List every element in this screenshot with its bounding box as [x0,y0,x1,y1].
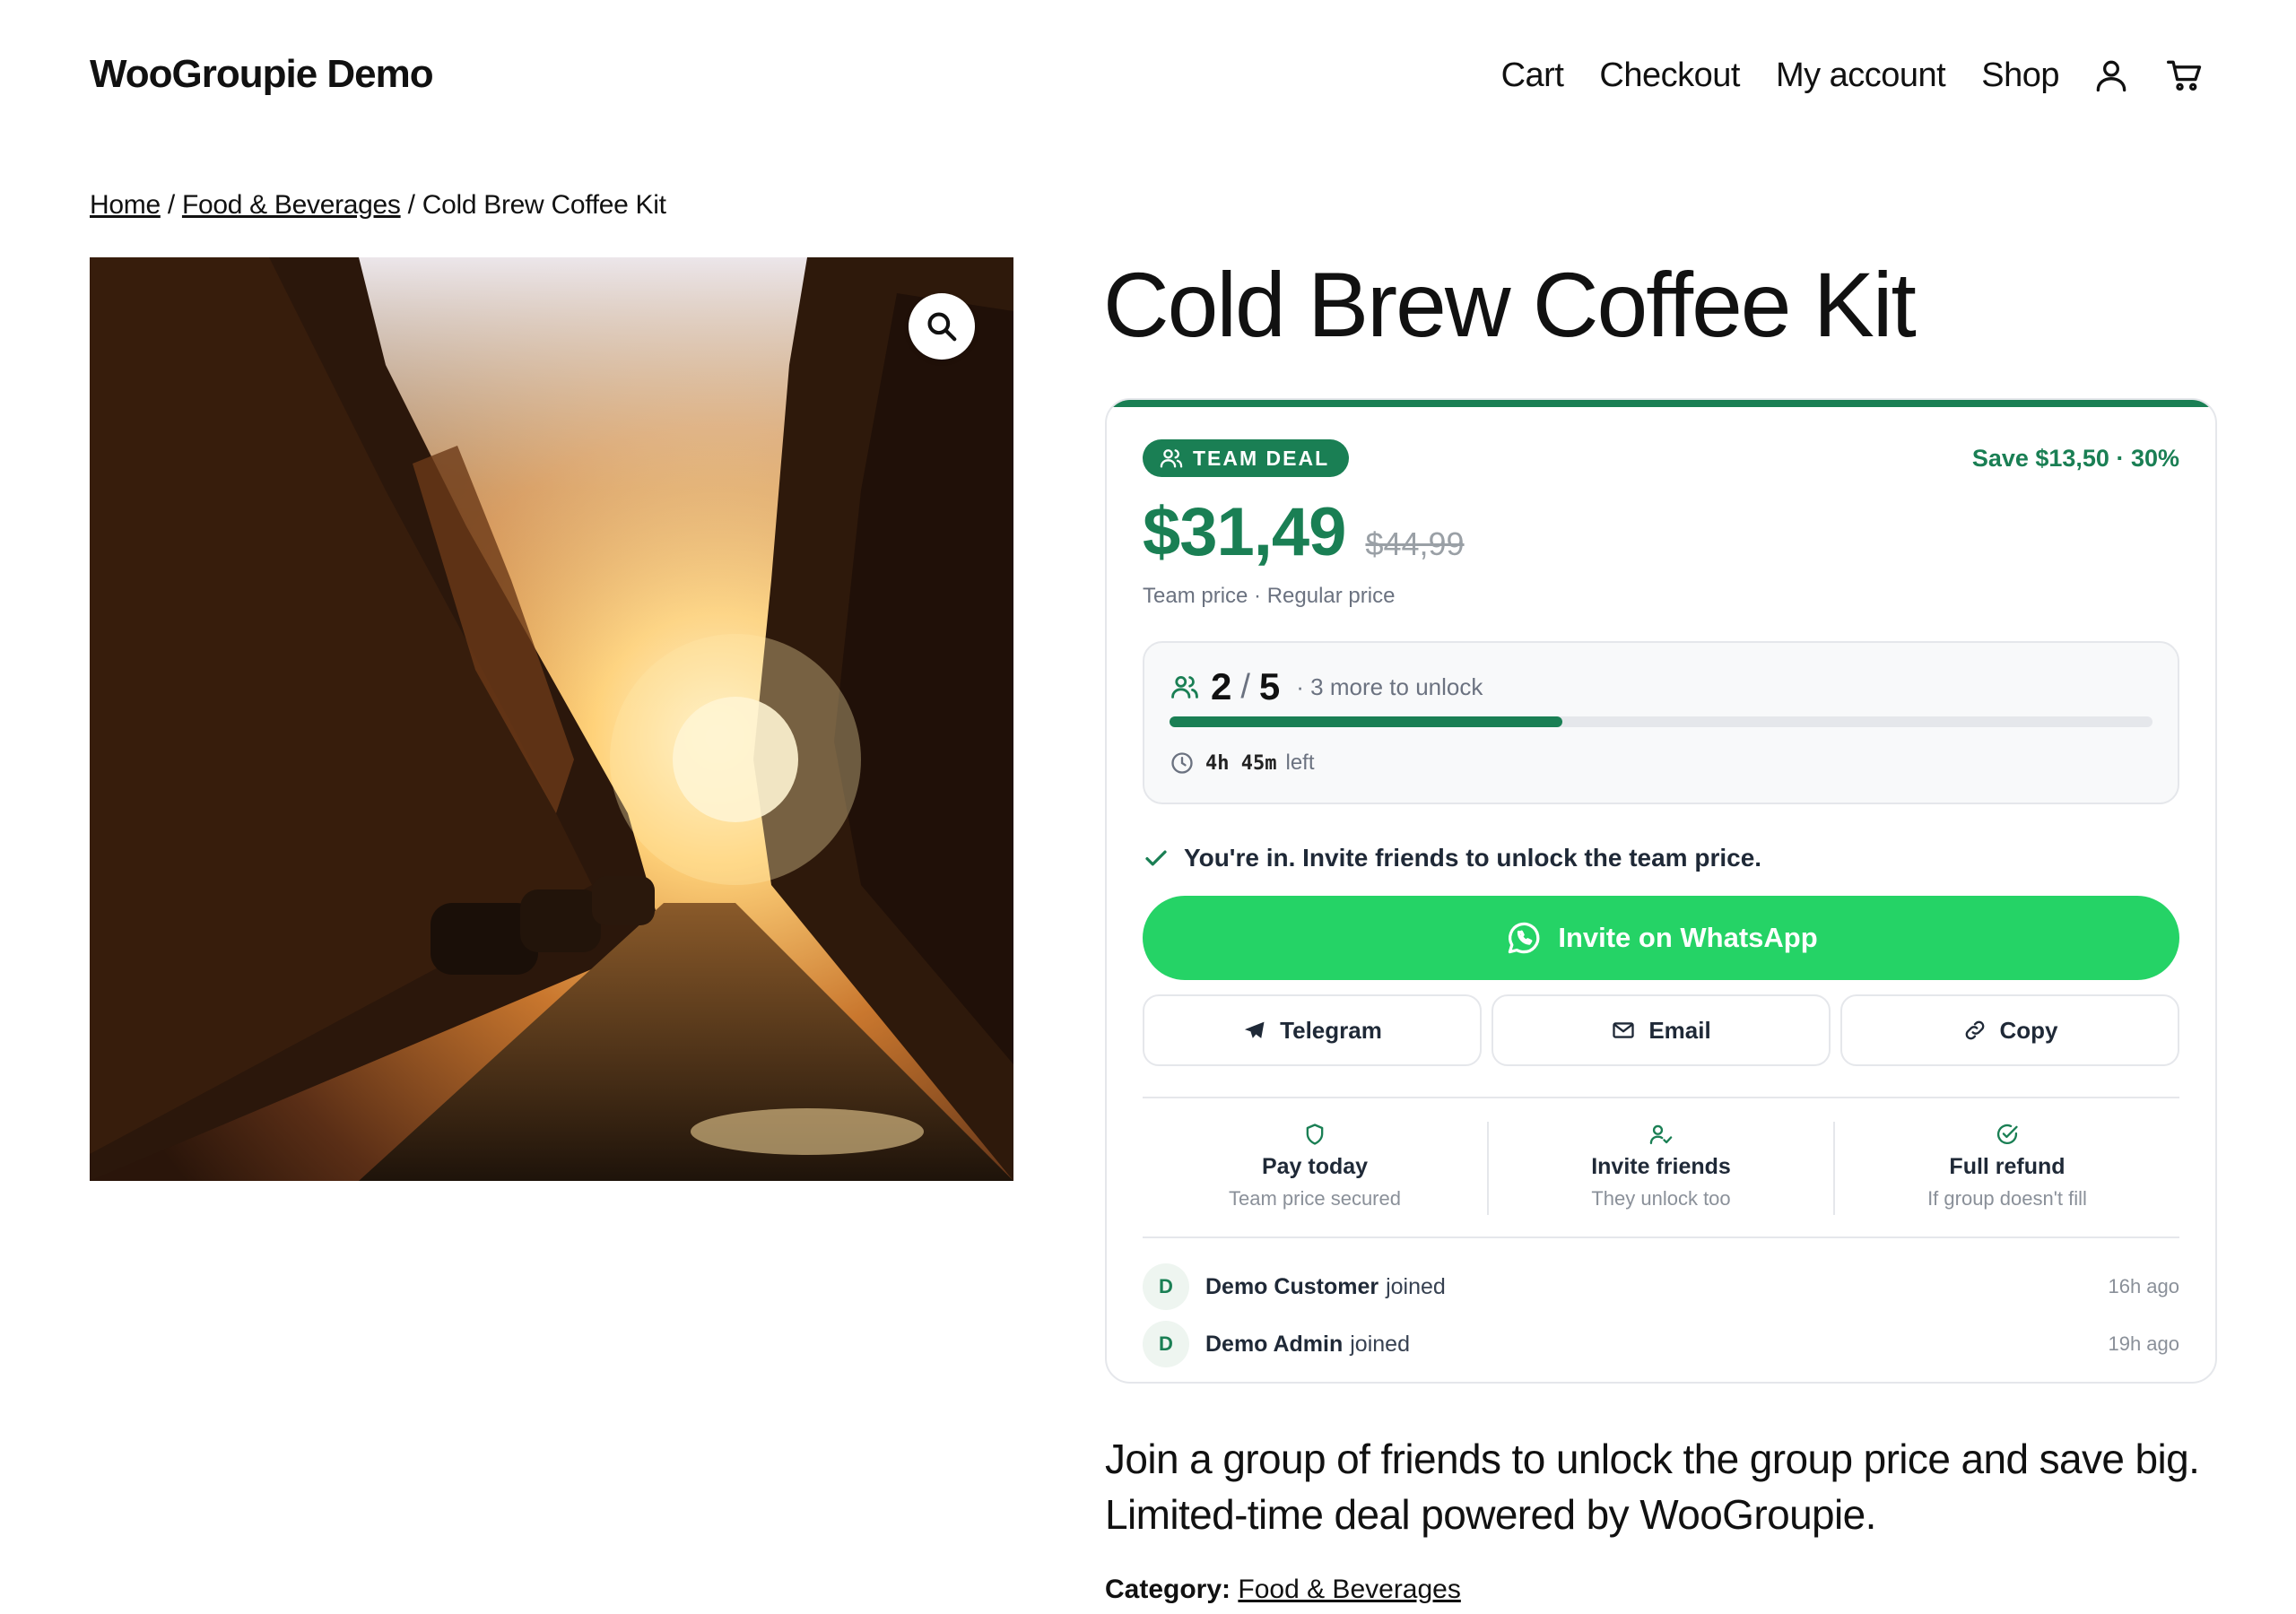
joined-status-text: You're in. Invite friends to unlock the … [1184,844,1762,872]
zoom-button[interactable] [909,293,975,360]
category-label: Category: [1105,1575,1231,1604]
feature-full-refund: Full refund If group doesn't fill [1833,1122,2179,1215]
member-action: joined [1350,1331,1410,1357]
member-time: 16h ago [2108,1275,2179,1297]
joined-count: 2 [1211,665,1232,707]
users-icon [1160,449,1183,468]
team-deal-badge: TEAM DEAL [1143,439,1350,477]
feature-invite-friends: Invite friends They unlock too [1487,1122,1833,1215]
card-accent-bar [1107,400,2215,407]
price-labels: Team price · Regular price [1143,584,1396,608]
invite-whatsapp-button[interactable]: Invite on WhatsApp [1143,896,2179,980]
list-item: D Demo Admin joined 19h ago [1143,1315,2179,1373]
check-icon [1145,850,1167,866]
countdown-suffix: left [1285,751,1315,775]
mail-icon [1613,1022,1634,1038]
user-check-icon [1649,1124,1673,1145]
search-icon [927,312,957,342]
team-deal-card: TEAM DEAL Save $13,50 · 30% $31,49 $44,9… [1105,398,2217,1384]
product-image[interactable] [90,257,1013,1181]
progress-fill [1170,716,1563,727]
product-title: Cold Brew Coffee Kit [1103,254,1917,356]
nav-shop[interactable]: Shop [1981,56,2059,95]
count-separator: / [1240,667,1250,706]
share-telegram-button[interactable]: Telegram [1143,994,1482,1066]
cart-icon[interactable] [2163,54,2206,97]
member-action: joined [1386,1273,1446,1299]
telegram-label: Telegram [1280,1016,1382,1044]
breadcrumb-separator: / [400,190,422,220]
whatsapp-icon [1509,922,1540,954]
feature-title: Pay today [1261,1154,1369,1179]
copy-link-button[interactable]: Copy [1840,994,2179,1066]
users-icon [1171,675,1198,699]
feature-title: Full refund [1949,1154,2066,1179]
nav-cart[interactable]: Cart [1501,56,1564,95]
account-icon[interactable] [2090,54,2133,97]
member-list: D Demo Customer joined 16h ago D Demo Ad… [1143,1237,2179,1373]
clock-icon [1171,752,1193,774]
main-nav: Cart Checkout My account Shop [1465,50,2206,100]
nav-checkout[interactable]: Checkout [1599,56,1740,95]
progress-track [1170,716,2152,727]
regular-price: $44,99 [1365,525,1465,562]
copy-label: Copy [1999,1016,2058,1044]
member-time: 19h ago [2108,1332,2179,1355]
member-name: Demo Admin [1205,1331,1344,1357]
avatar: D [1143,1321,1189,1367]
group-size: 5 [1258,665,1281,707]
list-item: D Demo Customer joined 16h ago [1143,1258,2179,1315]
avatar: D [1143,1263,1189,1310]
whatsapp-label: Invite on WhatsApp [1558,922,1818,953]
savings-text: Save $13,50 · 30% [1971,444,2179,472]
link-icon [1965,1020,1984,1040]
street-sunset-photo [90,257,1013,1181]
feature-pay-today: Pay today Team price secured [1143,1122,1487,1215]
member-name: Demo Customer [1205,1273,1379,1299]
category-link[interactable]: Food & Beverages [1238,1575,1460,1604]
nav-my-account[interactable]: My account [1776,56,1946,95]
badge-label: TEAM DEAL [1193,446,1330,470]
product-category: Category: Food & Beverages [1105,1575,1461,1605]
feature-subtitle: They unlock too [1591,1187,1731,1210]
team-price: $31,49 [1143,494,1346,570]
more-to-unlock: · 3 more to unlock [1296,672,1483,700]
countdown-timer: 4h 45m [1205,751,1277,775]
check-circle-icon [1996,1124,2018,1145]
email-label: Email [1648,1016,1711,1044]
breadcrumb-home[interactable]: Home [90,190,161,220]
breadcrumb-separator: / [160,190,182,220]
feature-subtitle: Team price secured [1229,1187,1401,1210]
joined-status: You're in. Invite friends to unlock the … [1143,840,2179,876]
shield-icon [1306,1124,1324,1145]
product-description: Join a group of friends to unlock the gr… [1105,1436,2200,1538]
share-email-button[interactable]: Email [1492,994,1831,1066]
site-title[interactable]: WooGroupie Demo [90,52,434,97]
feature-subtitle: If group doesn't fill [1927,1187,2087,1210]
deal-features: Pay today Team price secured Invite frie… [1143,1097,2179,1237]
breadcrumb: Home / Food & Beverages / Cold Brew Coff… [90,190,666,221]
breadcrumb-category[interactable]: Food & Beverages [182,190,401,220]
group-progress: 2 / 5 · 3 more to unlock 4h 45m left [1143,641,2179,804]
telegram-icon [1245,1021,1265,1038]
breadcrumb-current: Cold Brew Coffee Kit [422,190,666,220]
feature-title: Invite friends [1591,1154,1731,1179]
